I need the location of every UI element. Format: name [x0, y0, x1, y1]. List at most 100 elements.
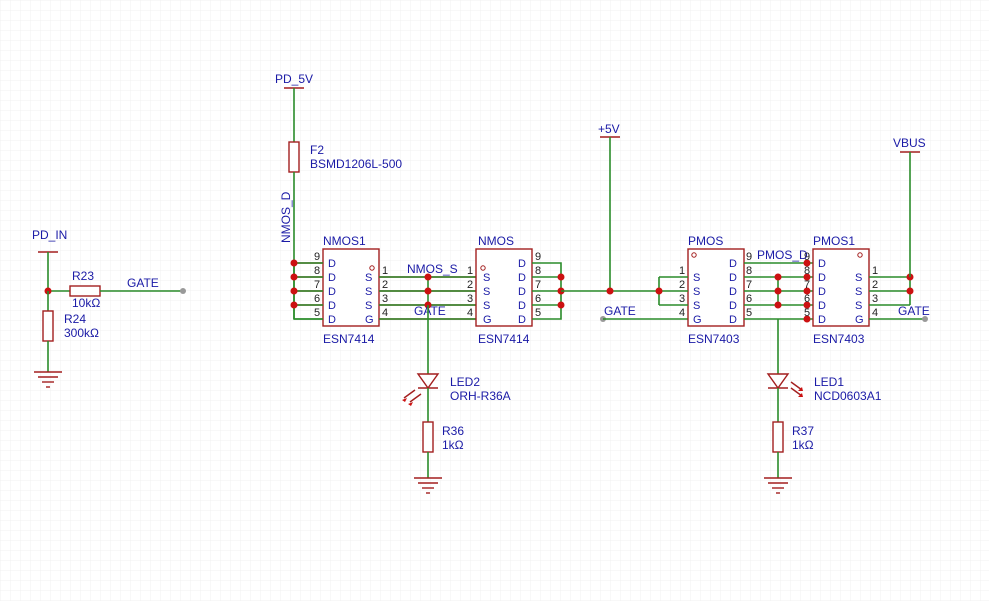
net-label-gate-right[interactable]: GATE [898, 304, 930, 318]
resistor-r24[interactable] [42, 310, 54, 342]
junction-dot [290, 259, 298, 267]
svg-text:4: 4 [679, 307, 685, 319]
svg-text:D: D [818, 258, 826, 270]
svg-text:D: D [328, 300, 336, 312]
r23-ref: R23 [72, 269, 94, 283]
svg-text:9: 9 [535, 251, 541, 263]
svg-text:3: 3 [382, 293, 388, 305]
svg-text:D: D [328, 286, 336, 298]
net-label-pd-5v[interactable]: PD_5V [275, 72, 313, 86]
svg-text:S: S [365, 286, 372, 298]
svg-text:D: D [729, 314, 737, 326]
svg-text:6: 6 [804, 293, 810, 305]
svg-text:3: 3 [679, 293, 685, 305]
svg-text:G: G [365, 314, 374, 326]
svg-text:D: D [818, 300, 826, 312]
svg-text:4: 4 [872, 307, 878, 319]
svg-text:6: 6 [535, 293, 541, 305]
svg-text:D: D [818, 272, 826, 284]
svg-text:S: S [483, 300, 490, 312]
pmos1-value: ESN7403 [813, 332, 865, 346]
svg-text:S: S [483, 286, 490, 298]
junction-dot [774, 273, 782, 281]
pmos-ref: PMOS [688, 234, 723, 248]
svg-text:7: 7 [804, 279, 810, 291]
svg-text:D: D [729, 286, 737, 298]
svg-text:D: D [729, 258, 737, 270]
net-label-gate-pmos[interactable]: GATE [604, 304, 636, 318]
svg-text:S: S [365, 300, 372, 312]
net-label-plus5v[interactable]: +5V [598, 122, 620, 136]
junction-dot [290, 273, 298, 281]
net-label-gate-nmos[interactable]: GATE [414, 304, 446, 318]
svg-text:2: 2 [679, 279, 685, 291]
svg-text:D: D [518, 286, 526, 298]
svg-text:S: S [693, 272, 700, 284]
junction-dot [906, 287, 914, 295]
f2-value: BSMD1206L-500 [310, 157, 402, 171]
svg-text:5: 5 [535, 307, 541, 319]
svg-text:9: 9 [314, 251, 320, 263]
svg-text:2: 2 [872, 279, 878, 291]
r36-value: 1kΩ [442, 438, 464, 452]
svg-text:D: D [818, 286, 826, 298]
r37-ref: R37 [792, 424, 814, 438]
net-label-pmos-d[interactable]: PMOS_D [757, 248, 808, 262]
led1-ref: LED1 [814, 375, 844, 389]
nmos-ref: NMOS [478, 234, 514, 248]
led2-value: ORH-R36A [450, 389, 511, 403]
junction-dot [424, 287, 432, 295]
svg-text:7: 7 [314, 279, 320, 291]
led1-value: NCD0603A1 [814, 389, 882, 403]
svg-text:9: 9 [746, 251, 752, 263]
svg-text:G: G [483, 314, 492, 326]
r24-value: 300kΩ [64, 326, 99, 340]
svg-text:8: 8 [746, 265, 752, 277]
net-label-nmos-d[interactable]: NMOS_D [279, 191, 293, 243]
svg-text:G: G [693, 314, 702, 326]
junction-dot [557, 301, 565, 309]
fuse-f2[interactable] [288, 141, 300, 173]
net-label-pd-in[interactable]: PD_IN [32, 228, 67, 242]
svg-text:D: D [328, 258, 336, 270]
net-label-vbus[interactable]: VBUS [893, 136, 926, 150]
svg-text:D: D [818, 314, 826, 326]
svg-text:D: D [518, 300, 526, 312]
svg-text:G: G [855, 314, 864, 326]
junction-dot [557, 273, 565, 281]
svg-text:2: 2 [467, 279, 473, 291]
junction-dot [424, 273, 432, 281]
resistor-r36[interactable] [422, 421, 434, 453]
f2-ref: F2 [310, 143, 324, 157]
svg-text:7: 7 [746, 279, 752, 291]
svg-text:S: S [693, 300, 700, 312]
svg-text:2: 2 [382, 279, 388, 291]
svg-text:1: 1 [382, 265, 388, 277]
svg-text:D: D [518, 314, 526, 326]
svg-text:1: 1 [679, 265, 685, 277]
svg-text:S: S [855, 272, 862, 284]
svg-text:S: S [855, 300, 862, 312]
r37-value: 1kΩ [792, 438, 814, 452]
net-label-gate-left[interactable]: GATE [127, 276, 159, 290]
net-label-nmos-s[interactable]: NMOS_S [407, 262, 458, 276]
svg-text:5: 5 [314, 307, 320, 319]
junction-dot [774, 301, 782, 309]
resistor-r23[interactable] [69, 285, 101, 297]
schematic-canvas: PD_IN R23 10kΩ GATE R24 300kΩ PD_5V F2 B… [0, 0, 989, 601]
svg-text:6: 6 [314, 293, 320, 305]
junction-dot [290, 301, 298, 309]
svg-text:7: 7 [535, 279, 541, 291]
svg-text:3: 3 [872, 293, 878, 305]
pmos-value: ESN7403 [688, 332, 740, 346]
svg-text:D: D [729, 272, 737, 284]
nmos-value: ESN7414 [478, 332, 530, 346]
junction-dot [655, 287, 663, 295]
svg-text:S: S [483, 272, 490, 284]
svg-text:9: 9 [804, 251, 810, 263]
r24-ref: R24 [64, 312, 86, 326]
svg-text:D: D [518, 258, 526, 270]
r36-ref: R36 [442, 424, 464, 438]
nmos1-value: ESN7414 [323, 332, 375, 346]
resistor-r37[interactable] [772, 421, 784, 453]
